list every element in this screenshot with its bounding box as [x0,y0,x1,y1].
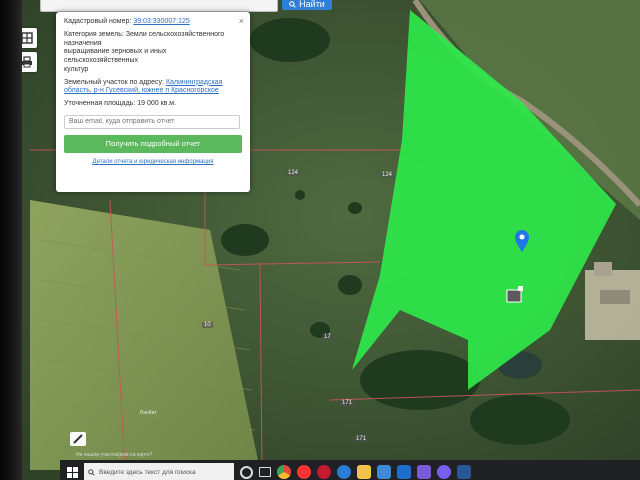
address-label: Земельный участок по адресу: [64,78,164,86]
chrome-icon[interactable] [277,465,291,479]
search-icon [88,468,95,476]
ruler-button[interactable] [70,432,86,446]
search-icon [289,0,296,8]
ruler-icon [73,434,83,444]
land-use-value: культур [64,65,89,73]
taskbar-search-input[interactable]: Введите здесь текст для поиска [84,463,234,480]
explorer-icon[interactable] [357,465,371,479]
word-icon[interactable] [457,465,471,479]
search-button-label: Найти [299,0,325,9]
parcel-label: 124 [286,170,301,176]
windows-taskbar: Введите здесь текст для поиска [60,460,640,480]
parcel-label: 17 [322,334,333,340]
parcel-marker-flag-icon [518,286,523,291]
field-label: Ранбит [140,410,157,416]
area-row: Уточненная площадь: 19 000 кв.м. [64,100,242,109]
cortana-icon[interactable] [240,465,253,479]
parcel-label: 124 [380,172,395,178]
parcel-marker-icon[interactable] [506,289,522,303]
map-question-link[interactable]: Не нашли участок/дом на карте? [76,452,152,458]
farm-buildings [585,262,640,340]
store-icon[interactable] [377,465,391,479]
photos-icon[interactable] [417,465,431,479]
yandex-icon[interactable] [297,465,311,479]
area-value: 19 000 кв.м. [137,100,177,107]
land-category-row: Категория земель: Земли сельскохозяйстве… [64,31,242,75]
mail-icon[interactable] [397,465,411,479]
print-icon [22,56,32,68]
area-label: Уточненная площадь: [64,100,136,107]
close-icon[interactable]: × [239,16,244,27]
screen: 124 124 10 17 171 171 Ранбит Найти × Кад… [0,0,640,480]
email-field[interactable] [64,114,240,129]
report-details-link[interactable]: Детали отчета и юридическая информация [64,159,242,167]
address-link[interactable]: область, р-н Гусевский, южнее п Красного… [64,87,219,94]
windows-logo-icon [66,466,78,478]
opera-icon[interactable] [317,465,331,479]
parcel-label: 171 [354,436,369,442]
address-link[interactable]: Калининградская [166,79,222,86]
task-view-icon[interactable] [259,467,271,477]
land-category-value: назначения [64,39,102,47]
taskbar-search-placeholder: Введите здесь текст для поиска [99,468,196,476]
layers-icon [21,32,33,44]
address-row: Земельный участок по адресу: Калининград… [64,79,242,97]
parcel-label: 10 [202,322,213,328]
start-button[interactable] [60,462,84,480]
search-input[interactable] [40,0,278,12]
cadastral-number-row: Кадастровый номер: 39:03:330007:125 [64,18,242,27]
land-use-value: выращивание зерновых и иных сельскохозяй… [64,48,167,64]
land-category-value: Земли сельскохозяйственного [125,30,225,38]
cadastral-label: Кадастровый номер: [64,18,132,25]
monitor-bezel [0,0,22,480]
viber-icon[interactable] [437,465,451,479]
parcel-info-panel: × Кадастровый номер: 39:03:330007:125 Ка… [56,12,250,192]
cadastral-number-link[interactable]: 39:03:330007:125 [133,18,189,25]
edge-icon[interactable] [337,465,351,479]
search-button[interactable]: Найти [282,0,332,10]
get-report-button[interactable]: Получить подробный отчет [64,134,242,153]
parcel-label: 171 [340,400,355,406]
land-category-label: Категория земель: [64,30,124,38]
